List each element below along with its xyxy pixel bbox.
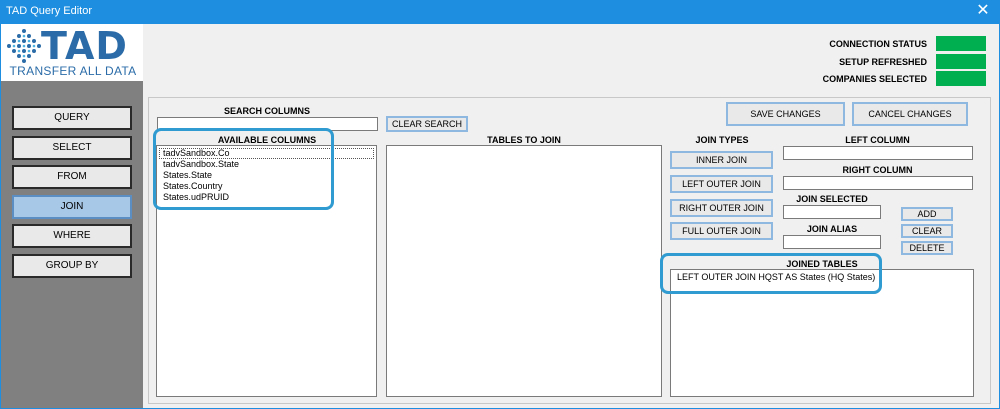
save-changes-button[interactable]: SAVE CHANGES: [726, 102, 845, 126]
nav-group-by-button[interactable]: GROUP BY: [12, 254, 132, 278]
available-columns-callout: [153, 128, 334, 210]
cancel-changes-button[interactable]: CANCEL CHANGES: [852, 102, 968, 126]
right-outer-join-button[interactable]: RIGHT OUTER JOIN: [670, 199, 773, 217]
logo-mark-icon: [7, 29, 41, 63]
logo-tagline: TRANSFER ALL DATA: [9, 64, 137, 78]
nav-select-button[interactable]: SELECT: [12, 136, 132, 160]
companies-selected-label: COMPANIES SELECTED: [822, 74, 927, 84]
nav-join-button[interactable]: JOIN: [12, 195, 132, 219]
add-button[interactable]: ADD: [901, 207, 953, 221]
clear-search-button[interactable]: CLEAR SEARCH: [386, 116, 468, 132]
connection-status-label: CONNECTION STATUS: [829, 39, 927, 49]
close-icon[interactable]: ✕: [974, 2, 992, 20]
nav-query-button[interactable]: QUERY: [12, 106, 132, 130]
join-types-label: JOIN TYPES: [695, 135, 749, 145]
join-alias-input[interactable]: [783, 235, 881, 249]
left-column-input[interactable]: [783, 146, 973, 160]
join-alias-label: JOIN ALIAS: [806, 224, 858, 234]
logo-wordmark: TAD: [41, 24, 128, 68]
nav-from-button[interactable]: FROM: [12, 165, 132, 189]
setup-refreshed-label: SETUP REFRESHED: [839, 57, 927, 67]
setup-refreshed-indicator: [936, 54, 986, 69]
right-column-label: RIGHT COLUMN: [842, 165, 913, 175]
join-selected-input[interactable]: [783, 205, 881, 219]
connection-status-indicator: [936, 36, 986, 51]
nav-where-button[interactable]: WHERE: [12, 224, 132, 248]
title-bar: TAD Query Editor ✕: [0, 0, 1000, 24]
left-column-label: LEFT COLUMN: [845, 135, 910, 145]
tables-to-join-label: TABLES TO JOIN: [487, 135, 561, 145]
window-title: TAD Query Editor: [6, 5, 92, 17]
full-outer-join-button[interactable]: FULL OUTER JOIN: [670, 222, 773, 240]
search-columns-label: SEARCH COLUMNS: [223, 106, 310, 116]
joined-tables-callout: [660, 253, 882, 294]
companies-selected-indicator: [936, 71, 986, 86]
right-column-input[interactable]: [783, 176, 973, 190]
left-outer-join-button[interactable]: LEFT OUTER JOIN: [670, 175, 773, 193]
logo: TAD TRANSFER ALL DATA: [1, 24, 143, 81]
delete-button[interactable]: DELETE: [901, 241, 953, 255]
tables-to-join-list[interactable]: [386, 145, 662, 397]
join-selected-label: JOIN SELECTED: [796, 194, 868, 204]
clear-button[interactable]: CLEAR: [901, 224, 953, 238]
inner-join-button[interactable]: INNER JOIN: [670, 151, 773, 169]
